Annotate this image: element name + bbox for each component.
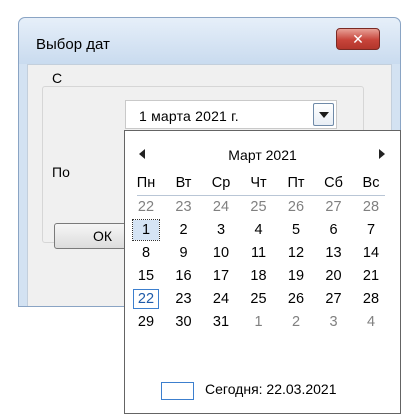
calendar-day[interactable]: 4: [246, 220, 272, 240]
from-label: С: [52, 70, 63, 86]
calendar-day[interactable]: 28: [358, 289, 384, 309]
from-date-value: 1 марта 2021 г.: [139, 108, 239, 124]
calendar-day[interactable]: 22: [133, 289, 159, 309]
calendar-day[interactable]: 29: [133, 312, 159, 332]
calendar-day[interactable]: 11: [246, 243, 272, 263]
weekday-label: Пн: [136, 175, 156, 191]
calendar-day[interactable]: 25: [246, 197, 272, 217]
from-date-picker[interactable]: 1 марта 2021 г.: [125, 100, 337, 129]
calendar-day[interactable]: 25: [246, 289, 272, 309]
calendar-day[interactable]: 3: [208, 220, 234, 240]
calendar-day[interactable]: 19: [283, 266, 309, 286]
calendar-day[interactable]: 23: [171, 289, 197, 309]
calendar-day[interactable]: 2: [283, 312, 309, 332]
calendar-day[interactable]: 5: [283, 220, 309, 240]
calendar-day[interactable]: 26: [283, 289, 309, 309]
weekday-separator: [137, 195, 385, 196]
calendar-day[interactable]: 3: [321, 312, 347, 332]
calendar-day[interactable]: 27: [321, 197, 347, 217]
chevron-down-icon[interactable]: [313, 103, 334, 126]
calendar-day[interactable]: 1: [132, 219, 160, 241]
calendar-day[interactable]: 7: [358, 220, 384, 240]
calendar-day[interactable]: 23: [171, 197, 197, 217]
weekday-label: Сб: [324, 175, 343, 191]
today-marker-icon: [161, 382, 194, 400]
to-label: По: [52, 164, 70, 180]
weekday-label: Ср: [211, 175, 231, 191]
calendar-day[interactable]: 22: [133, 197, 159, 217]
title-bar[interactable]: Выбор дат ✕: [19, 18, 400, 64]
calendar-day[interactable]: 30: [171, 312, 197, 332]
next-month-icon[interactable]: [379, 149, 385, 159]
window-title: Выбор дат: [36, 36, 110, 53]
calendar-day[interactable]: 2: [171, 220, 197, 240]
calendar-day[interactable]: 31: [208, 312, 234, 332]
ok-button[interactable]: ОК: [54, 223, 134, 249]
close-button[interactable]: ✕: [336, 28, 380, 50]
calendar-day[interactable]: 21: [358, 266, 384, 286]
calendar-day[interactable]: 26: [283, 197, 309, 217]
calendar-day[interactable]: 10: [208, 243, 234, 263]
today-label: Сегодня: 22.03.2021: [205, 381, 337, 397]
calendar-day[interactable]: 8: [133, 243, 159, 263]
weekday-label: Вс: [362, 175, 380, 191]
ok-button-label: ОК: [93, 228, 113, 244]
calendar-day[interactable]: 14: [358, 243, 384, 263]
calendar-day[interactable]: 28: [358, 197, 384, 217]
weekday-label: Чт: [250, 175, 267, 191]
calendar-day[interactable]: 24: [208, 289, 234, 309]
calendar-day[interactable]: 27: [321, 289, 347, 309]
close-icon: ✕: [352, 31, 364, 47]
calendar-day[interactable]: 6: [321, 220, 347, 240]
calendar-day[interactable]: 1: [246, 312, 272, 332]
calendar-month-title[interactable]: Март 2021: [125, 147, 400, 163]
calendar-day[interactable]: 12: [283, 243, 309, 263]
calendar-day[interactable]: 18: [246, 266, 272, 286]
weekday-label: Вт: [175, 175, 192, 191]
calendar-day[interactable]: 17: [208, 266, 234, 286]
calendar-day[interactable]: 13: [321, 243, 347, 263]
calendar-day[interactable]: 4: [358, 312, 384, 332]
calendar-day[interactable]: 16: [171, 266, 197, 286]
calendar-day[interactable]: 9: [171, 243, 197, 263]
calendar-day[interactable]: 24: [208, 197, 234, 217]
weekday-label: Пт: [287, 175, 305, 191]
calendar-popup: Март 2021 Пн Вт Ср Чт Пт Сб Вс 22 23 24 25 26 27 28 1…: [124, 130, 401, 414]
calendar-day[interactable]: 20: [321, 266, 347, 286]
calendar-day[interactable]: 15: [133, 266, 159, 286]
